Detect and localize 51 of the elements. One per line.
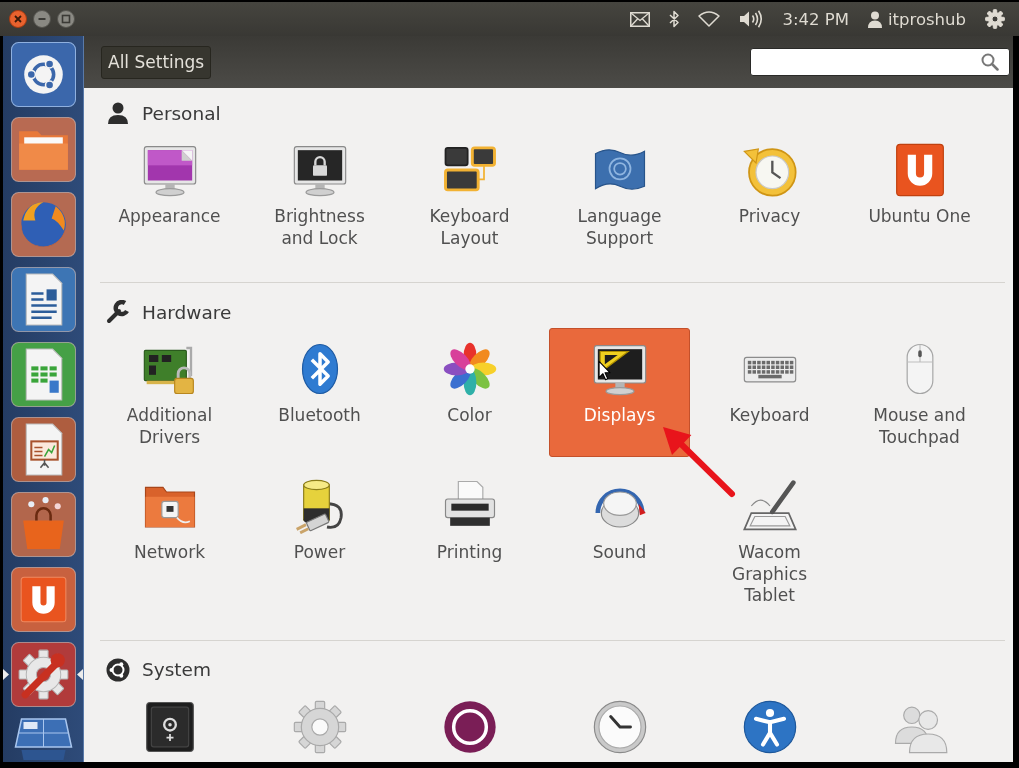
folder-icon[interactable] [11, 117, 76, 182]
settings-item[interactable]: Sound [549, 465, 690, 616]
clock-time[interactable]: 3:42 PM [782, 9, 849, 29]
search-icon[interactable] [981, 53, 999, 71]
document-icon[interactable] [11, 267, 76, 332]
settings-item[interactable]: Additional Drivers [99, 328, 240, 457]
shopping-bag-icon[interactable] [11, 492, 76, 557]
settings-item[interactable]: Network [99, 465, 240, 616]
search-field[interactable] [750, 48, 1010, 76]
bluetooth-icon[interactable] [669, 10, 680, 28]
gear-icon [291, 698, 348, 755]
wifi-icon[interactable] [698, 11, 721, 27]
settings-item[interactable]: Ubuntu One [849, 129, 990, 258]
settings-icon[interactable] [985, 9, 1005, 29]
color-petals-icon [441, 341, 498, 397]
settings-item[interactable]: Color [399, 328, 540, 457]
presentation-icon[interactable] [11, 417, 76, 482]
spreadsheet-icon[interactable] [11, 342, 76, 407]
close-icon[interactable] [9, 10, 27, 28]
person-icon [106, 101, 130, 125]
settings-item[interactable]: Brightness and Lock [249, 129, 390, 258]
settings-item[interactable]: Keyboard [699, 328, 840, 457]
settings-item[interactable]: Power [249, 465, 390, 616]
settings-item[interactable]: Appearance [99, 129, 240, 258]
ring-icon [441, 698, 498, 755]
gear-wrench-icon[interactable] [11, 642, 76, 707]
fox-globe-icon[interactable] [11, 192, 76, 257]
settings-item[interactable]: Language Support [549, 129, 690, 258]
accessibility-icon [741, 698, 798, 755]
settings-item[interactable]: Privacy [699, 129, 840, 258]
section-title: Hardware [142, 301, 232, 323]
ubuntu-logo-icon [106, 657, 130, 682]
settings-item[interactable]: Wacom Graphics Tablet [699, 465, 840, 616]
user-icon[interactable] [867, 10, 882, 28]
user-name[interactable]: itproshub [887, 9, 966, 29]
mail-icon[interactable] [630, 11, 651, 27]
mouse-pointer-icon [598, 360, 611, 381]
settings-item[interactable]: Mouse and Touchpad [849, 328, 990, 457]
volume-icon[interactable] [739, 10, 764, 28]
settings-item[interactable]: Bluetooth [249, 328, 390, 457]
settings-item[interactable]: Keyboard Layout [399, 129, 540, 258]
clock-icon [591, 698, 648, 755]
ubuntu-logo-icon[interactable] [11, 42, 76, 107]
wrench-icon [106, 300, 130, 324]
minimize-icon[interactable] [33, 10, 51, 28]
u-tile-icon[interactable] [11, 567, 76, 632]
section-title: System [142, 659, 211, 680]
maximize-icon[interactable] [57, 10, 75, 28]
section-title: Personal [142, 102, 221, 124]
all-settings-button[interactable]: All Settings [101, 45, 212, 79]
settings-item[interactable]: Printing [399, 465, 540, 616]
